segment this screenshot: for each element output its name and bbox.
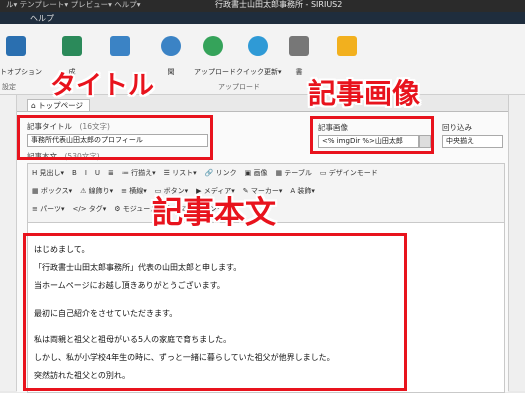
toolbar-button[interactable]: </> タグ▾ — [72, 204, 106, 214]
toolbar-button[interactable]: ▦ テーブル — [275, 168, 311, 178]
preview-icon — [110, 36, 130, 56]
monitor-icon — [62, 36, 82, 56]
toolbar-button[interactable]: ≔ 行揃え▾ — [122, 168, 156, 178]
toolbar-button[interactable]: U — [95, 169, 100, 177]
annotation-body: 記事本文 — [152, 195, 276, 231]
site-options-label: トオプション — [0, 68, 42, 76]
preview-button[interactable] — [108, 36, 132, 67]
toolbar-button[interactable]: 🔗 リンク — [205, 168, 237, 178]
window-title-bar: ル▾ テンプレート▾ プレビュー▾ ヘルプ▾ 行政書士山田太郎事務所 - SIR… — [0, 0, 525, 12]
toolbar-button[interactable]: A 装飾▾ — [290, 186, 315, 196]
refresh-icon — [248, 36, 268, 56]
toolbar-button[interactable]: B — [72, 169, 77, 177]
toolbar-button[interactable]: ☰ リスト▾ — [164, 168, 197, 178]
quick-update-button[interactable]: クイック更新▾ — [236, 36, 282, 77]
image-highlight-box — [310, 116, 434, 154]
toolbar-button[interactable]: ⚠ 線飾り▾ — [80, 186, 113, 196]
upload-group-label: アップロード — [218, 83, 260, 91]
toolbar-button[interactable]: I — [85, 169, 87, 177]
menu-bar: ヘルプ — [0, 12, 525, 24]
window-title: 行政書士山田太郎事務所 - SIRIUS2 — [215, 0, 343, 9]
folder-button[interactable] — [336, 36, 358, 56]
help-menu[interactable]: ヘルプ — [30, 13, 54, 24]
writeout-label: 書 — [295, 68, 303, 76]
wrap-select[interactable]: 中央揃え — [442, 135, 503, 148]
site-options-button[interactable]: トオプション — [0, 36, 42, 77]
toolbar-button[interactable]: H 見出し▾ — [32, 168, 64, 178]
top-menu-strip[interactable]: ル▾ テンプレート▾ プレビュー▾ ヘルプ▾ — [6, 0, 141, 10]
gear-icon — [6, 36, 26, 56]
toolbar-button[interactable]: ▦ ボックス▾ — [32, 186, 72, 196]
upload-label: アップロード — [194, 68, 236, 76]
toolbar-button[interactable]: ≡ 横線▾ — [121, 186, 147, 196]
toolbar-button[interactable]: ▭ デザインモード — [320, 168, 378, 178]
writeout-button[interactable]: 書 — [288, 36, 310, 77]
tab-label: トップページ — [38, 101, 84, 110]
wrap-field-label: 回り込み — [442, 123, 472, 132]
quick-update-label: クイック更新▾ — [236, 68, 282, 76]
annotation-image: 記事画像 — [308, 77, 421, 110]
toolbar-button[interactable]: ⚙ モジュール — [114, 204, 157, 214]
cloud-upload-icon — [203, 36, 223, 56]
browser-label: 聞 — [167, 68, 175, 76]
document-icon — [289, 36, 309, 56]
title-highlight-box — [17, 115, 213, 160]
left-panel-strip — [0, 95, 17, 391]
annotation-title: タイトル — [50, 71, 155, 101]
settings-group-label: 設定 — [2, 83, 16, 91]
toolbar-button[interactable]: ≣ — [108, 169, 114, 177]
toolbar-button[interactable]: ▣ 画像 — [245, 168, 268, 178]
folder-icon — [337, 36, 357, 56]
browser-button[interactable]: 聞 — [156, 36, 186, 77]
toolbar-row-1: H 見出し▾ B I U ≣ ≔ 行揃え▾ ☰ リスト▾ 🔗 リンク ▣ 画像 ▦ テーブル ▭ デ… — [32, 168, 386, 181]
toolbar-button[interactable]: ≡ パーツ▾ — [32, 204, 64, 214]
body-highlight-box — [23, 233, 407, 391]
upload-button[interactable]: アップロード — [194, 36, 236, 77]
right-panel-strip[interactable] — [508, 95, 525, 391]
www-icon — [161, 36, 181, 56]
